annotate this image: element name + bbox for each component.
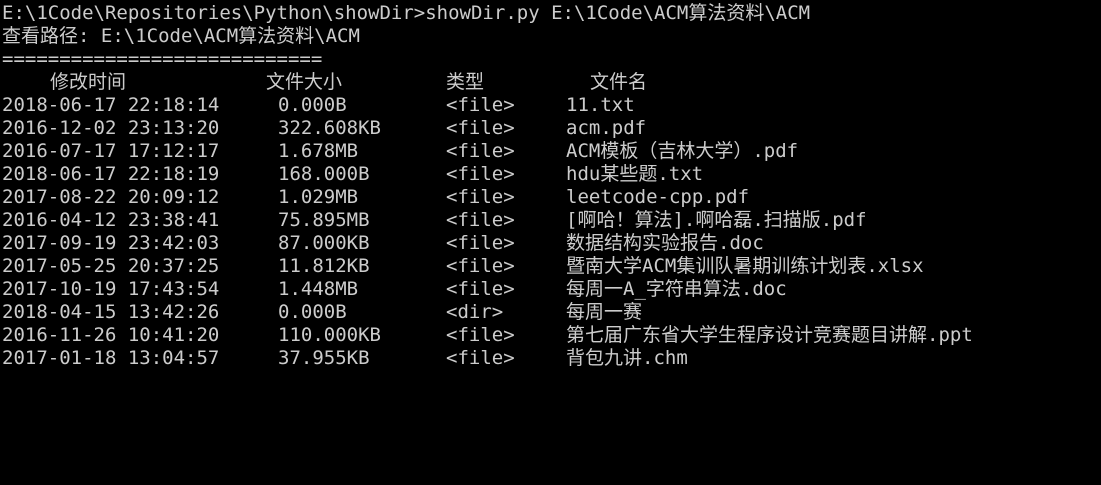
row-name: ACM模板（吉林大学）.pdf xyxy=(566,140,799,162)
table-row: 2016-12-02 23:13:20 322.608KB <file> acm… xyxy=(2,117,1101,140)
row-time: 2018-06-17 22:18:19 xyxy=(2,163,220,185)
header-file-name: 文件名 xyxy=(590,71,648,93)
table-row: 2017-08-22 20:09:12 1.029MB <file> leetc… xyxy=(2,186,1101,209)
row-size: 87.000KB xyxy=(278,232,370,254)
row-size: 322.608KB xyxy=(278,117,381,139)
table-header: 修改时间 文件大小 类型 文件名 xyxy=(2,71,1101,94)
table-row: 2018-04-15 13:42:26 0.000B <dir> 每周一赛 xyxy=(2,301,1101,324)
row-type: <file> xyxy=(446,347,515,369)
row-name: 每周一A_字符串算法.doc xyxy=(566,278,787,300)
row-time: 2016-04-12 23:38:41 xyxy=(2,209,220,231)
row-size: 1.448MB xyxy=(278,278,359,300)
row-time: 2017-10-19 17:43:54 xyxy=(2,278,220,300)
table-row: 2018-06-17 22:18:19 168.000B <file> hdu某… xyxy=(2,163,1101,186)
table-row: 2016-11-26 10:41:20 110.000KB <file> 第七届… xyxy=(2,324,1101,347)
row-type: <file> xyxy=(446,163,515,185)
row-type: <file> xyxy=(446,278,515,300)
row-name: 暨南大学ACM集训队暑期训练计划表.xlsx xyxy=(566,255,924,277)
row-size: 37.955KB xyxy=(278,347,370,369)
row-size: 0.000B xyxy=(278,301,347,323)
row-name: 数据结构实验报告.doc xyxy=(566,232,764,254)
row-name: 背包九讲.chm xyxy=(566,347,688,369)
row-name: 11.txt xyxy=(566,94,635,116)
row-type: <file> xyxy=(446,232,515,254)
header-modified-time: 修改时间 xyxy=(50,71,127,93)
row-name: hdu某些题.txt xyxy=(566,163,704,185)
row-type: <file> xyxy=(446,94,515,116)
row-time: 2016-12-02 23:13:20 xyxy=(2,117,220,139)
header-type: 类型 xyxy=(446,71,485,93)
table-row: 2018-06-17 22:18:14 0.000B <file> 11.txt xyxy=(2,94,1101,117)
separator-line: ============================ xyxy=(2,48,323,70)
row-size: 1.678MB xyxy=(278,140,359,162)
row-type: <file> xyxy=(446,140,515,162)
row-size: 11.812KB xyxy=(278,255,370,277)
table-row: 2016-04-12 23:38:41 75.895MB <file> [啊哈！… xyxy=(2,209,1101,232)
row-size: 1.029MB xyxy=(278,186,359,208)
row-time: 2017-05-25 20:37:25 xyxy=(2,255,220,277)
table-row: 2017-05-25 20:37:25 11.812KB <file> 暨南大学… xyxy=(2,255,1101,278)
table-row: 2017-01-18 13:04:57 37.955KB <file> 背包九讲… xyxy=(2,347,1101,370)
row-name: 第七届广东省大学生程序设计竞赛题目讲解.ppt xyxy=(566,324,973,346)
file-list: 2018-06-17 22:18:14 0.000B <file> 11.txt… xyxy=(2,94,1101,370)
row-size: 110.000KB xyxy=(278,324,381,346)
row-name: leetcode-cpp.pdf xyxy=(566,186,750,208)
row-time: 2017-01-18 13:04:57 xyxy=(2,347,220,369)
row-size: 75.895MB xyxy=(278,209,370,231)
table-row: 2017-10-19 17:43:54 1.448MB <file> 每周一A_… xyxy=(2,278,1101,301)
row-time: 2018-04-15 13:42:26 xyxy=(2,301,220,323)
row-time: 2017-09-19 23:42:03 xyxy=(2,232,220,254)
row-size: 0.000B xyxy=(278,94,347,116)
row-name: acm.pdf xyxy=(566,117,647,139)
row-type: <file> xyxy=(446,255,515,277)
row-time: 2017-08-22 20:09:12 xyxy=(2,186,220,208)
row-type: <dir> xyxy=(446,301,504,323)
row-type: <file> xyxy=(446,209,515,231)
command-line: E:\1Code\Repositories\Python\showDir>sho… xyxy=(2,2,811,24)
row-type: <file> xyxy=(446,186,515,208)
console-window[interactable]: E:\1Code\Repositories\Python\showDir>sho… xyxy=(0,0,1101,402)
row-time: 2016-11-26 10:41:20 xyxy=(2,324,220,346)
path-line: 查看路径: E:\1Code\ACM算法资料\ACM xyxy=(2,25,360,47)
row-type: <file> xyxy=(446,324,515,346)
table-row: 2016-07-17 17:12:17 1.678MB <file> ACM模板… xyxy=(2,140,1101,163)
row-type: <file> xyxy=(446,117,515,139)
row-name: [啊哈！算法].啊哈磊.扫描版.pdf xyxy=(566,209,867,231)
row-size: 168.000B xyxy=(278,163,370,185)
row-name: 每周一赛 xyxy=(566,301,643,323)
row-time: 2016-07-17 17:12:17 xyxy=(2,140,220,162)
row-time: 2018-06-17 22:18:14 xyxy=(2,94,220,116)
header-file-size: 文件大小 xyxy=(266,71,343,93)
table-row: 2017-09-19 23:42:03 87.000KB <file> 数据结构… xyxy=(2,232,1101,255)
